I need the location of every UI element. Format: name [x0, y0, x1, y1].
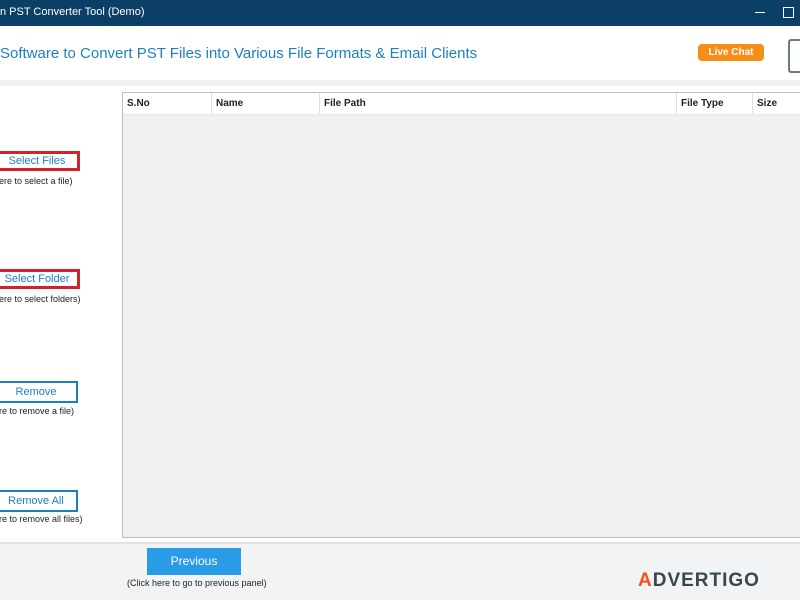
- previous-hint: (Click here to go to previous panel): [127, 578, 267, 588]
- watermark-logo: ADVERTIGO: [638, 570, 760, 592]
- left-panel: Select Files here to select a file) Sele…: [0, 86, 120, 542]
- column-header-size[interactable]: Size: [753, 93, 800, 114]
- header-headline: Software to Convert PST Files into Vario…: [0, 45, 478, 62]
- live-chat-button[interactable]: Live Chat: [698, 44, 764, 61]
- column-header-file-path[interactable]: File Path: [320, 93, 677, 114]
- watermark-mark: A: [638, 570, 653, 591]
- select-folder-button[interactable]: Select Folder: [0, 269, 80, 289]
- header-divider: [0, 80, 800, 86]
- remove-all-hint: ere to remove all files): [0, 514, 83, 524]
- select-folder-hint: here to select folders): [0, 294, 81, 304]
- maximize-icon[interactable]: [780, 2, 800, 22]
- file-table[interactable]: S.No Name File Path File Type Size: [122, 92, 800, 538]
- column-header-file-type[interactable]: File Type: [677, 93, 753, 114]
- window-title: n PST Converter Tool (Demo): [0, 6, 145, 18]
- column-header-name[interactable]: Name: [212, 93, 320, 114]
- header-side-button[interactable]: [788, 39, 800, 73]
- minimize-icon[interactable]: [752, 2, 770, 22]
- remove-button[interactable]: Remove: [0, 381, 78, 403]
- remove-hint: ere to remove a file): [0, 406, 75, 416]
- remove-all-button[interactable]: Remove All: [0, 490, 78, 512]
- header: Software to Convert PST Files into Vario…: [0, 26, 800, 80]
- column-header-sno[interactable]: S.No: [123, 93, 212, 114]
- watermark-text: DVERTIGO: [652, 570, 760, 591]
- previous-button[interactable]: Previous: [147, 548, 241, 575]
- select-files-button[interactable]: Select Files: [0, 151, 80, 171]
- table-header: S.No Name File Path File Type Size: [123, 93, 800, 115]
- select-files-hint: here to select a file): [0, 176, 73, 186]
- title-bar: n PST Converter Tool (Demo): [0, 0, 800, 26]
